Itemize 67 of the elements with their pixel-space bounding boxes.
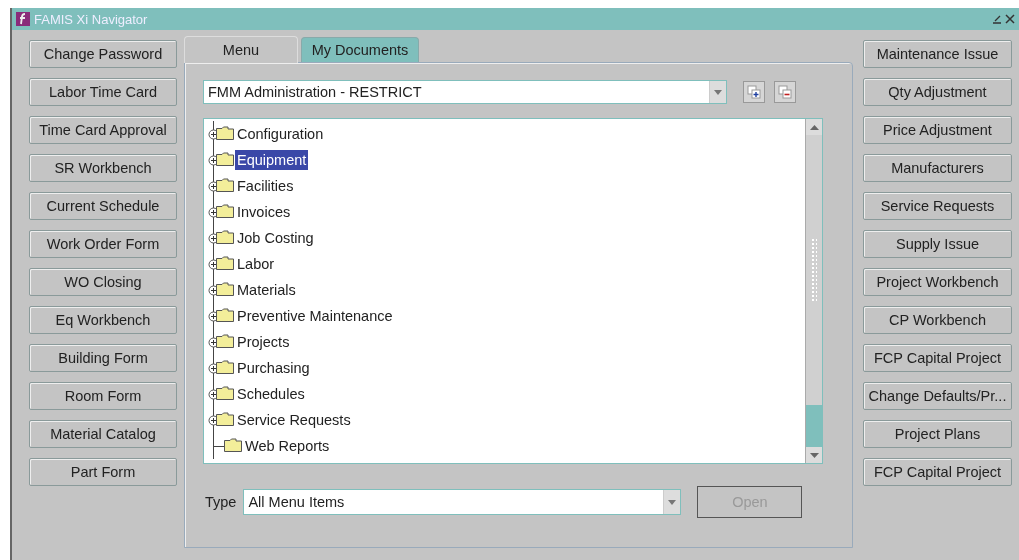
- app-logo-icon: [16, 12, 30, 26]
- folder-icon: [216, 256, 234, 270]
- tree-item[interactable]: Web Reports: [243, 436, 332, 456]
- nav-button[interactable]: Room Form: [29, 382, 177, 410]
- nav-button[interactable]: Work Order Form: [29, 230, 177, 258]
- nav-button[interactable]: Time Card Approval: [29, 116, 177, 144]
- scroll-down-icon[interactable]: [809, 452, 819, 458]
- folder-icon: [216, 412, 234, 426]
- scroll-thumb[interactable]: [806, 405, 822, 447]
- folder-icon: [224, 438, 242, 452]
- folder-icon: [216, 360, 234, 374]
- nav-button[interactable]: FCP Capital Project: [863, 344, 1012, 372]
- minimize-icon[interactable]: [992, 14, 1002, 24]
- tree-item[interactable]: Purchasing: [235, 358, 312, 378]
- tree-item[interactable]: Equipment: [235, 150, 309, 170]
- scroll-up-icon[interactable]: [809, 124, 819, 130]
- tree-item[interactable]: Labor: [235, 254, 277, 274]
- nav-button[interactable]: Labor Time Card: [29, 78, 177, 106]
- folder-icon: [216, 152, 234, 166]
- scrollbar[interactable]: [805, 119, 822, 463]
- nav-button[interactable]: Service Requests: [863, 192, 1012, 220]
- tree-item[interactable]: Projects: [235, 332, 292, 352]
- tree-item[interactable]: Preventive Maintenance: [235, 306, 395, 326]
- tab[interactable]: Menu: [184, 36, 298, 63]
- folder-icon: [216, 230, 234, 244]
- nav-button[interactable]: Project Workbench: [863, 268, 1012, 296]
- nav-button[interactable]: Project Plans: [863, 420, 1012, 448]
- tree-item[interactable]: Invoices: [235, 202, 293, 222]
- nav-button[interactable]: CP Workbench: [863, 306, 1012, 334]
- close-icon[interactable]: [1005, 14, 1015, 24]
- folder-icon: [216, 204, 234, 218]
- nav-button[interactable]: Manufacturers: [863, 154, 1012, 182]
- tab[interactable]: My Documents: [301, 37, 419, 62]
- window-title: FAMIS Xi Navigator: [34, 11, 149, 27]
- nav-button[interactable]: Current Schedule: [29, 192, 177, 220]
- tree-item[interactable]: Configuration: [235, 124, 326, 144]
- folder-icon: [216, 126, 234, 140]
- nav-button[interactable]: Supply Issue: [863, 230, 1012, 258]
- tree-item[interactable]: Materials: [235, 280, 298, 300]
- tree-item[interactable]: Service Requests: [235, 410, 353, 430]
- folder-icon: [216, 308, 234, 322]
- type-dropdown[interactable]: All Menu Items: [243, 489, 682, 515]
- dropdown-arrow-icon[interactable]: [668, 499, 677, 505]
- nav-button[interactable]: WO Closing: [29, 268, 177, 296]
- nav-button[interactable]: Price Adjustment: [863, 116, 1012, 144]
- expand-all-icon[interactable]: [743, 81, 765, 103]
- nav-button[interactable]: Qty Adjustment: [863, 78, 1012, 106]
- folder-icon: [216, 386, 234, 400]
- collapse-all-icon[interactable]: [774, 81, 796, 103]
- nav-button[interactable]: Material Catalog: [29, 420, 177, 448]
- folder-icon: [216, 178, 234, 192]
- nav-button[interactable]: Maintenance Issue: [863, 40, 1012, 68]
- nav-button[interactable]: Change Defaults/Pr...: [863, 382, 1012, 410]
- nav-button[interactable]: Change Password: [29, 40, 177, 68]
- nav-button[interactable]: Part Form: [29, 458, 177, 486]
- nav-button[interactable]: Eq Workbench: [29, 306, 177, 334]
- type-label: Type: [205, 494, 237, 510]
- folder-icon: [216, 282, 234, 296]
- nav-button[interactable]: SR Workbench: [29, 154, 177, 182]
- dropdown-arrow-icon[interactable]: [714, 89, 722, 95]
- tree-item[interactable]: Facilities: [235, 176, 296, 196]
- responsibility-dropdown[interactable]: FMM Administration - RESTRICT: [203, 80, 727, 104]
- folder-icon: [216, 334, 234, 348]
- nav-button[interactable]: Building Form: [29, 344, 177, 372]
- tree-item[interactable]: Job Costing: [235, 228, 316, 248]
- nav-button[interactable]: FCP Capital Project: [863, 458, 1012, 486]
- tree-item[interactable]: Schedules: [235, 384, 307, 404]
